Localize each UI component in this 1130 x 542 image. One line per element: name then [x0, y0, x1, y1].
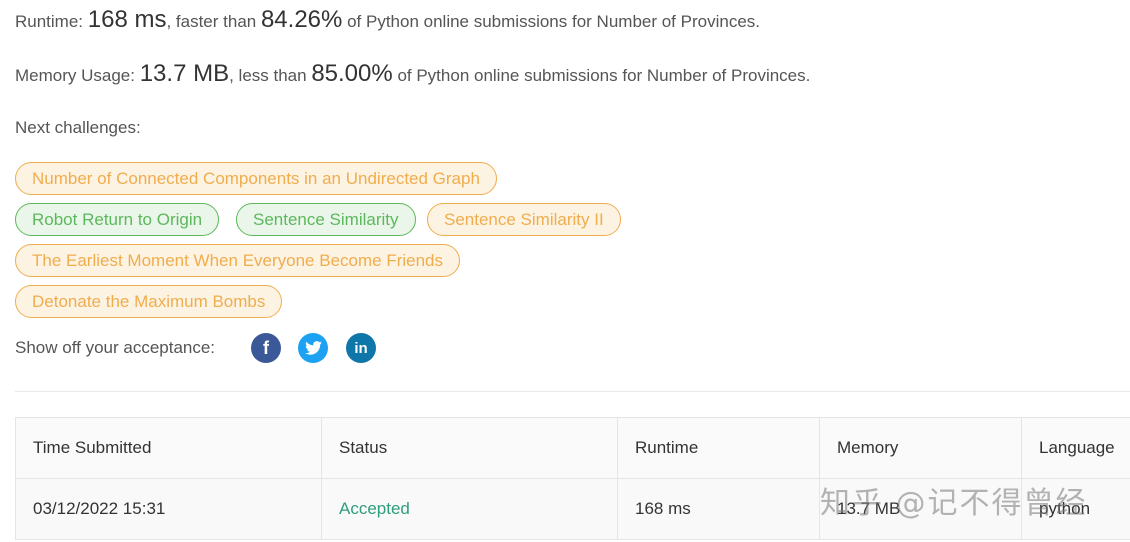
divider [15, 391, 1130, 392]
cell-time: 03/12/2022 15:31 [16, 479, 322, 539]
table-header-row: Time Submitted Status Runtime Memory Lan… [16, 418, 1130, 479]
challenge-chip[interactable]: Robot Return to Origin [15, 203, 220, 236]
runtime-suffix: of Python online submissions for Number … [342, 12, 760, 31]
memory-prefix: Memory Usage: [15, 66, 140, 85]
header-time-submitted: Time Submitted [16, 418, 322, 478]
memory-stat: Memory Usage: 13.7 MB, less than 85.00% … [15, 60, 810, 88]
header-runtime: Runtime [618, 418, 820, 478]
twitter-icon[interactable] [298, 333, 328, 363]
challenge-chip[interactable]: Detonate the Maximum Bombs [15, 285, 283, 318]
memory-percent: 85.00% [311, 60, 393, 87]
challenge-chip[interactable]: Sentence Similarity II [427, 203, 621, 236]
share-label: Show off your acceptance: [15, 338, 216, 357]
runtime-mid: , faster than [166, 12, 261, 31]
facebook-glyph: f [263, 337, 269, 358]
next-challenges-label: Next challenges: [15, 118, 141, 137]
memory-mid: , less than [229, 66, 312, 85]
memory-value: 13.7 MB [139, 60, 230, 87]
facebook-icon[interactable]: f [251, 333, 281, 363]
runtime-percent: 84.26% [260, 6, 343, 33]
header-language: Language [1039, 438, 1115, 457]
runtime-prefix: Runtime: [15, 12, 88, 31]
runtime-value: 168 ms [87, 6, 167, 33]
challenge-chip[interactable]: Number of Connected Components in an Und… [15, 162, 497, 195]
cell-status: Accepted [322, 479, 618, 539]
status-link-accepted[interactable]: Accepted [339, 499, 410, 519]
header-memory: Memory [820, 418, 1022, 478]
header-status: Status [322, 418, 618, 478]
watermark: 知乎 @记不得曾经 [820, 486, 1088, 521]
runtime-stat: Runtime: 168 ms, faster than 84.26% of P… [15, 6, 760, 34]
twitter-bird-glyph [304, 341, 322, 355]
challenge-chip[interactable]: The Earliest Moment When Everyone Become… [15, 244, 461, 277]
challenge-chip[interactable]: Sentence Similarity [236, 203, 416, 236]
memory-suffix: of Python online submissions for Number … [392, 66, 811, 85]
cell-runtime: 168 ms [618, 479, 820, 539]
linkedin-glyph: in [354, 339, 368, 357]
linkedin-icon[interactable]: in [346, 333, 376, 363]
